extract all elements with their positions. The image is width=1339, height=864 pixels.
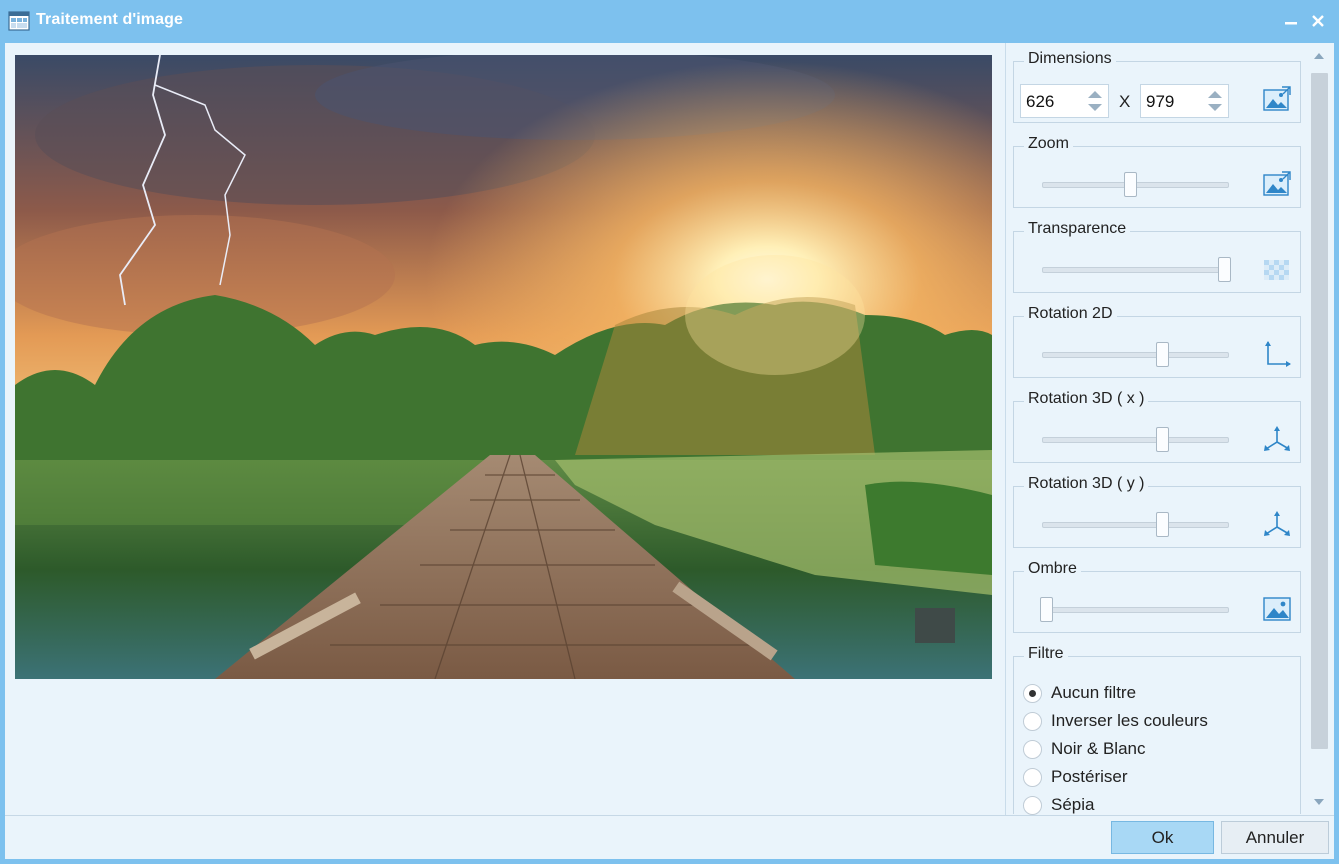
shadow-slider-track[interactable] — [1042, 607, 1229, 613]
cancel-button[interactable]: Annuler — [1221, 821, 1329, 854]
ok-button[interactable]: Ok — [1111, 821, 1214, 854]
rotation-3d-y-slider-track[interactable] — [1042, 522, 1229, 528]
rotation-3d-x-group: Rotation 3D ( x ) — [1013, 390, 1301, 463]
width-increment[interactable] — [1088, 91, 1102, 98]
filter-option-posteriser[interactable]: Postériser — [1023, 765, 1128, 789]
panel-scrollbar[interactable] — [1308, 45, 1331, 815]
rotation-3d-x-slider-thumb[interactable] — [1155, 427, 1169, 452]
image-zoom-icon[interactable] — [1262, 169, 1292, 199]
filter-option-label: Postériser — [1051, 767, 1128, 786]
filter-group: Filtre Aucun filtre Inverser les couleur… — [1013, 645, 1301, 817]
rotation-3d-x-slider-track[interactable] — [1042, 437, 1229, 443]
filter-option-label: Noir & Blanc — [1051, 739, 1146, 758]
dimensions-group: Dimensions 626 X 979 — [1013, 50, 1301, 123]
scrollbar-thumb[interactable] — [1311, 73, 1328, 749]
checkerboard-icon[interactable] — [1262, 254, 1292, 284]
window-title: Traitement d'image — [36, 11, 183, 28]
filter-option-label: Aucun filtre — [1051, 683, 1137, 702]
transparency-slider-thumb[interactable] — [1218, 257, 1231, 282]
image-processing-icon — [8, 11, 30, 31]
shadow-label: Ombre — [1024, 560, 1081, 578]
filter-option-label: Inverser les couleurs — [1051, 711, 1208, 730]
width-spin-arrows[interactable] — [1082, 85, 1108, 117]
zoom-slider-thumb[interactable] — [1123, 172, 1137, 197]
rotation-3d-x-label: Rotation 3D ( x ) — [1024, 390, 1149, 408]
rotation-3d-y-label: Rotation 3D ( y ) — [1024, 475, 1149, 493]
width-spinbox[interactable]: 626 — [1020, 84, 1109, 118]
rotation-3d-y-slider-thumb[interactable] — [1155, 512, 1169, 537]
transparency-label: Transparence — [1024, 220, 1131, 238]
shadow-group: Ombre — [1013, 560, 1301, 633]
dialog-window: Traitement d'image Dimensions 626 X 979 … — [0, 0, 1339, 864]
filter-option-label: Sépia — [1051, 795, 1095, 814]
close-icon — [1312, 15, 1324, 27]
radio-button[interactable] — [1023, 739, 1042, 759]
rotation-2d-group: Rotation 2D — [1013, 305, 1301, 378]
dimensions-label: Dimensions — [1024, 50, 1116, 68]
title-bar[interactable]: Traitement d'image — [0, 0, 1339, 43]
axes-3d-icon[interactable] — [1262, 424, 1292, 454]
filter-option-sepia[interactable]: Sépia — [1023, 793, 1094, 817]
transparency-group: Transparence — [1013, 220, 1301, 293]
image-preview[interactable] — [15, 55, 992, 679]
height-increment[interactable] — [1208, 91, 1222, 98]
image-icon[interactable] — [1262, 594, 1292, 624]
scroll-up-icon[interactable] — [1314, 53, 1324, 59]
axes-3d-icon[interactable] — [1262, 509, 1292, 539]
filter-option-inverser[interactable]: Inverser les couleurs — [1023, 709, 1208, 733]
filter-option-noir-blanc[interactable]: Noir & Blanc — [1023, 737, 1145, 761]
zoom-label: Zoom — [1024, 135, 1073, 153]
rotation-2d-slider-track[interactable] — [1042, 352, 1229, 358]
panel-separator — [1005, 43, 1006, 815]
scroll-down-icon[interactable] — [1314, 799, 1324, 805]
height-spinbox[interactable]: 979 — [1140, 84, 1229, 118]
width-value: 626 — [1026, 92, 1055, 111]
rotation-3d-y-group: Rotation 3D ( y ) — [1013, 475, 1301, 548]
minimize-icon — [1285, 22, 1297, 25]
height-value: 979 — [1146, 92, 1175, 111]
width-decrement[interactable] — [1088, 104, 1102, 111]
filter-label: Filtre — [1024, 645, 1068, 663]
height-decrement[interactable] — [1208, 104, 1222, 111]
axes-2d-icon[interactable] — [1262, 339, 1292, 369]
height-spin-arrows[interactable] — [1202, 85, 1228, 117]
radio-button[interactable] — [1023, 795, 1042, 815]
radio-button[interactable] — [1023, 711, 1042, 731]
image-resize-icon[interactable] — [1262, 84, 1292, 114]
zoom-group: Zoom — [1013, 135, 1301, 208]
rotation-2d-label: Rotation 2D — [1024, 305, 1117, 323]
rotation-2d-slider-thumb[interactable] — [1155, 342, 1169, 367]
minimize-button[interactable] — [1278, 8, 1304, 34]
radio-button[interactable] — [1023, 683, 1042, 703]
shadow-slider-thumb[interactable] — [1040, 597, 1053, 622]
dimension-separator: X — [1119, 92, 1131, 111]
radio-button[interactable] — [1023, 767, 1042, 787]
transparency-slider-track[interactable] — [1042, 267, 1229, 273]
close-button[interactable] — [1305, 8, 1331, 34]
filter-option-aucun[interactable]: Aucun filtre — [1023, 681, 1136, 705]
landscape-image — [15, 55, 992, 679]
